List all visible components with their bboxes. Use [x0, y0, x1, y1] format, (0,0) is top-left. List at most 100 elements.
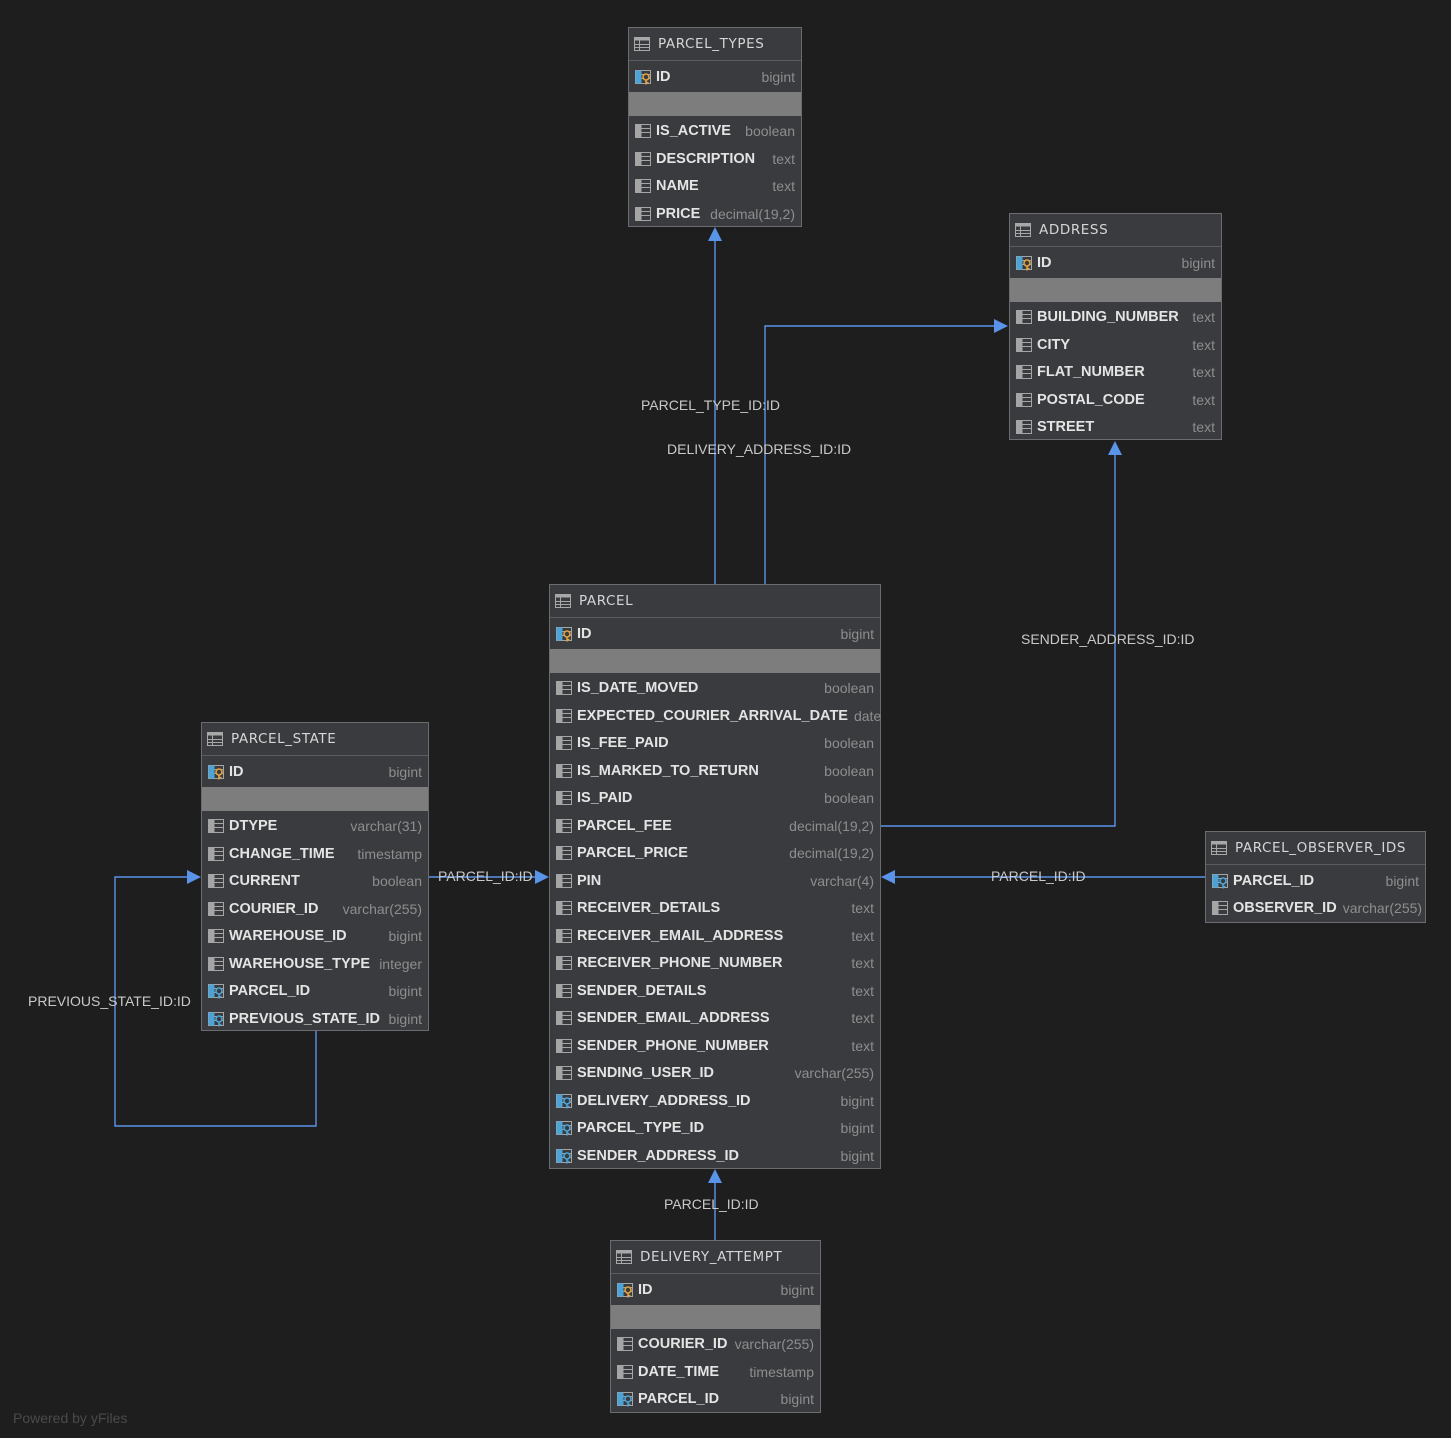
table-parcel-types[interactable]: PARCEL_TYPES ID bigint IS_ACTIVE boolean DESC…	[628, 27, 802, 227]
column-row[interactable]: ID bigint	[611, 1276, 820, 1304]
column-name: EXPECTED_COURIER_ARRIVAL_DATE	[577, 707, 848, 724]
table-parcel-state[interactable]: PARCEL_STATE ID bigint DTYPE varchar(31) CHAN…	[201, 722, 429, 1031]
column-name: SENDER_ADDRESS_ID	[577, 1147, 739, 1164]
table-parcel[interactable]: PARCEL ID bigint IS_DATE_MOVED boolean EXPECT…	[549, 584, 881, 1169]
column-row[interactable]: PARCEL_FEE decimal(19,2)	[550, 812, 880, 840]
table-address[interactable]: ADDRESS ID bigint BUILDING_NUMBER text CITY te…	[1009, 213, 1222, 440]
column-row[interactable]: SENDER_EMAIL_ADDRESS text	[550, 1005, 880, 1033]
arrow-address-delivery	[994, 319, 1008, 333]
column-icon	[208, 956, 224, 971]
column-row[interactable]: STREET text	[1010, 414, 1221, 442]
column-row[interactable]: PARCEL_TYPE_ID bigint	[550, 1115, 880, 1143]
column-row[interactable]: PARCEL_ID bigint	[202, 978, 428, 1006]
column-row[interactable]: ID bigint	[550, 620, 880, 648]
column-type: text	[851, 982, 874, 999]
column-row[interactable]: COURIER_ID varchar(255)	[202, 895, 428, 923]
column-row[interactable]: IS_DATE_MOVED boolean	[550, 675, 880, 703]
column-type: text	[1192, 419, 1215, 436]
table-parcel-observer-ids[interactable]: PARCEL_OBSERVER_IDS PARCEL_ID bigint OBSERV…	[1205, 831, 1426, 923]
foreign-key-column-icon	[556, 1093, 572, 1109]
table-header[interactable]: ADDRESS	[1010, 214, 1221, 247]
column-name: RECEIVER_DETAILS	[577, 900, 721, 917]
column-row[interactable]: BUILDING_NUMBER text	[1010, 304, 1221, 332]
column-row[interactable]: PIN varchar(4)	[550, 867, 880, 895]
column-row[interactable]: DATE_TIME timestamp	[611, 1358, 820, 1386]
column-name: ID	[577, 625, 592, 642]
primary-key-column-icon	[635, 69, 651, 85]
column-row[interactable]: CHANGE_TIME timestamp	[202, 840, 428, 868]
table-icon	[1211, 841, 1227, 855]
column-row[interactable]: SENDER_PHONE_NUMBER text	[550, 1032, 880, 1060]
foreign-key-column-icon	[617, 1392, 633, 1407]
column-row[interactable]: RECEIVER_DETAILS text	[550, 895, 880, 923]
column-row[interactable]: IS_FEE_PAID boolean	[550, 730, 880, 758]
column-row[interactable]: WAREHOUSE_ID bigint	[202, 923, 428, 951]
label-observer-parcel-rel: PARCEL_ID:ID	[991, 868, 1086, 884]
column-row[interactable]: IS_ACTIVE boolean	[629, 118, 801, 146]
label-sender-address-rel: SENDER_ADDRESS_ID:ID	[1021, 631, 1195, 647]
column-type: text	[1192, 309, 1215, 326]
column-icon	[556, 818, 572, 833]
column-row[interactable]: OBSERVER_ID varchar(255)	[1206, 895, 1425, 923]
column-row[interactable]: PRICE decimal(19,2)	[629, 200, 801, 228]
column-row[interactable]: PARCEL_ID bigint	[1206, 867, 1425, 895]
column-name: CITY	[1037, 336, 1071, 353]
column-row[interactable]: POSTAL_CODE text	[1010, 386, 1221, 414]
column-type: text	[772, 150, 795, 167]
column-row[interactable]: CITY text	[1010, 331, 1221, 359]
column-type: bigint	[388, 928, 422, 945]
column-name: WAREHOUSE_ID	[229, 928, 347, 945]
table-delivery-attempt[interactable]: DELIVERY_ATTEMPT ID bigint COURIER_ID varcha…	[610, 1240, 821, 1413]
column-row[interactable]: SENDER_ADDRESS_ID bigint	[550, 1142, 880, 1170]
column-row[interactable]: ID bigint	[1010, 249, 1221, 277]
column-icon	[556, 983, 572, 998]
table-header[interactable]: PARCEL	[550, 585, 880, 618]
key-separator	[550, 648, 880, 673]
table-header[interactable]: DELIVERY_ATTEMPT	[611, 1241, 820, 1274]
column-row[interactable]: PARCEL_ID bigint	[611, 1386, 820, 1414]
column-row[interactable]: IS_MARKED_TO_RETURN boolean	[550, 757, 880, 785]
column-row[interactable]: ID bigint	[202, 758, 428, 786]
column-name: PIN	[577, 872, 602, 889]
table-header[interactable]: PARCEL_TYPES	[629, 28, 801, 61]
column-type: timestamp	[357, 845, 422, 862]
column-type: bigint	[780, 1281, 814, 1298]
label-attempt-parcel-rel: PARCEL_ID:ID	[664, 1196, 759, 1212]
column-row[interactable]: NAME text	[629, 173, 801, 201]
column-row[interactable]: CURRENT boolean	[202, 868, 428, 896]
column-row[interactable]: DELIVERY_ADDRESS_ID bigint	[550, 1087, 880, 1115]
column-row[interactable]: DESCRIPTION text	[629, 145, 801, 173]
table-header[interactable]: PARCEL_STATE	[202, 723, 428, 756]
column-row[interactable]: RECEIVER_PHONE_NUMBER text	[550, 950, 880, 978]
column-row[interactable]: COURIER_ID varchar(255)	[611, 1331, 820, 1359]
column-name: PARCEL_FEE	[577, 817, 672, 834]
column-row[interactable]: DTYPE varchar(31)	[202, 813, 428, 841]
column-type: decimal(19,2)	[710, 205, 795, 222]
column-row[interactable]: EXPECTED_COURIER_ARRIVAL_DATE date	[550, 702, 881, 730]
column-icon	[208, 929, 224, 944]
column-row[interactable]: FLAT_NUMBER text	[1010, 359, 1221, 387]
column-row[interactable]: SENDING_USER_ID varchar(255)	[550, 1060, 880, 1088]
key-separator	[611, 1304, 820, 1329]
column-row[interactable]: PREVIOUS_STATE_ID bigint	[202, 1005, 428, 1033]
column-row[interactable]: IS_PAID boolean	[550, 785, 880, 813]
primary-key-column-icon	[617, 1282, 633, 1298]
column-name: PRICE	[656, 205, 701, 222]
column-icon	[208, 901, 224, 916]
column-row[interactable]: WAREHOUSE_TYPE integer	[202, 950, 428, 978]
column-type: text	[772, 178, 795, 195]
foreign-key-column-icon	[208, 984, 224, 999]
column-row[interactable]: ID bigint	[629, 63, 801, 91]
column-name: PREVIOUS_STATE_ID	[229, 1010, 380, 1027]
table-header[interactable]: PARCEL_OBSERVER_IDS	[1206, 832, 1425, 865]
primary-key-column-icon	[556, 626, 572, 642]
column-icon	[635, 179, 651, 194]
column-icon	[556, 763, 572, 778]
column-row[interactable]: SENDER_DETAILS text	[550, 977, 880, 1005]
column-name: IS_FEE_PAID	[577, 735, 669, 752]
column-row[interactable]: PARCEL_PRICE decimal(19,2)	[550, 840, 880, 868]
column-icon	[556, 956, 572, 971]
column-row[interactable]: RECEIVER_EMAIL_ADDRESS text	[550, 922, 880, 950]
column-type: integer	[379, 955, 422, 972]
column-name: ID	[656, 68, 671, 85]
